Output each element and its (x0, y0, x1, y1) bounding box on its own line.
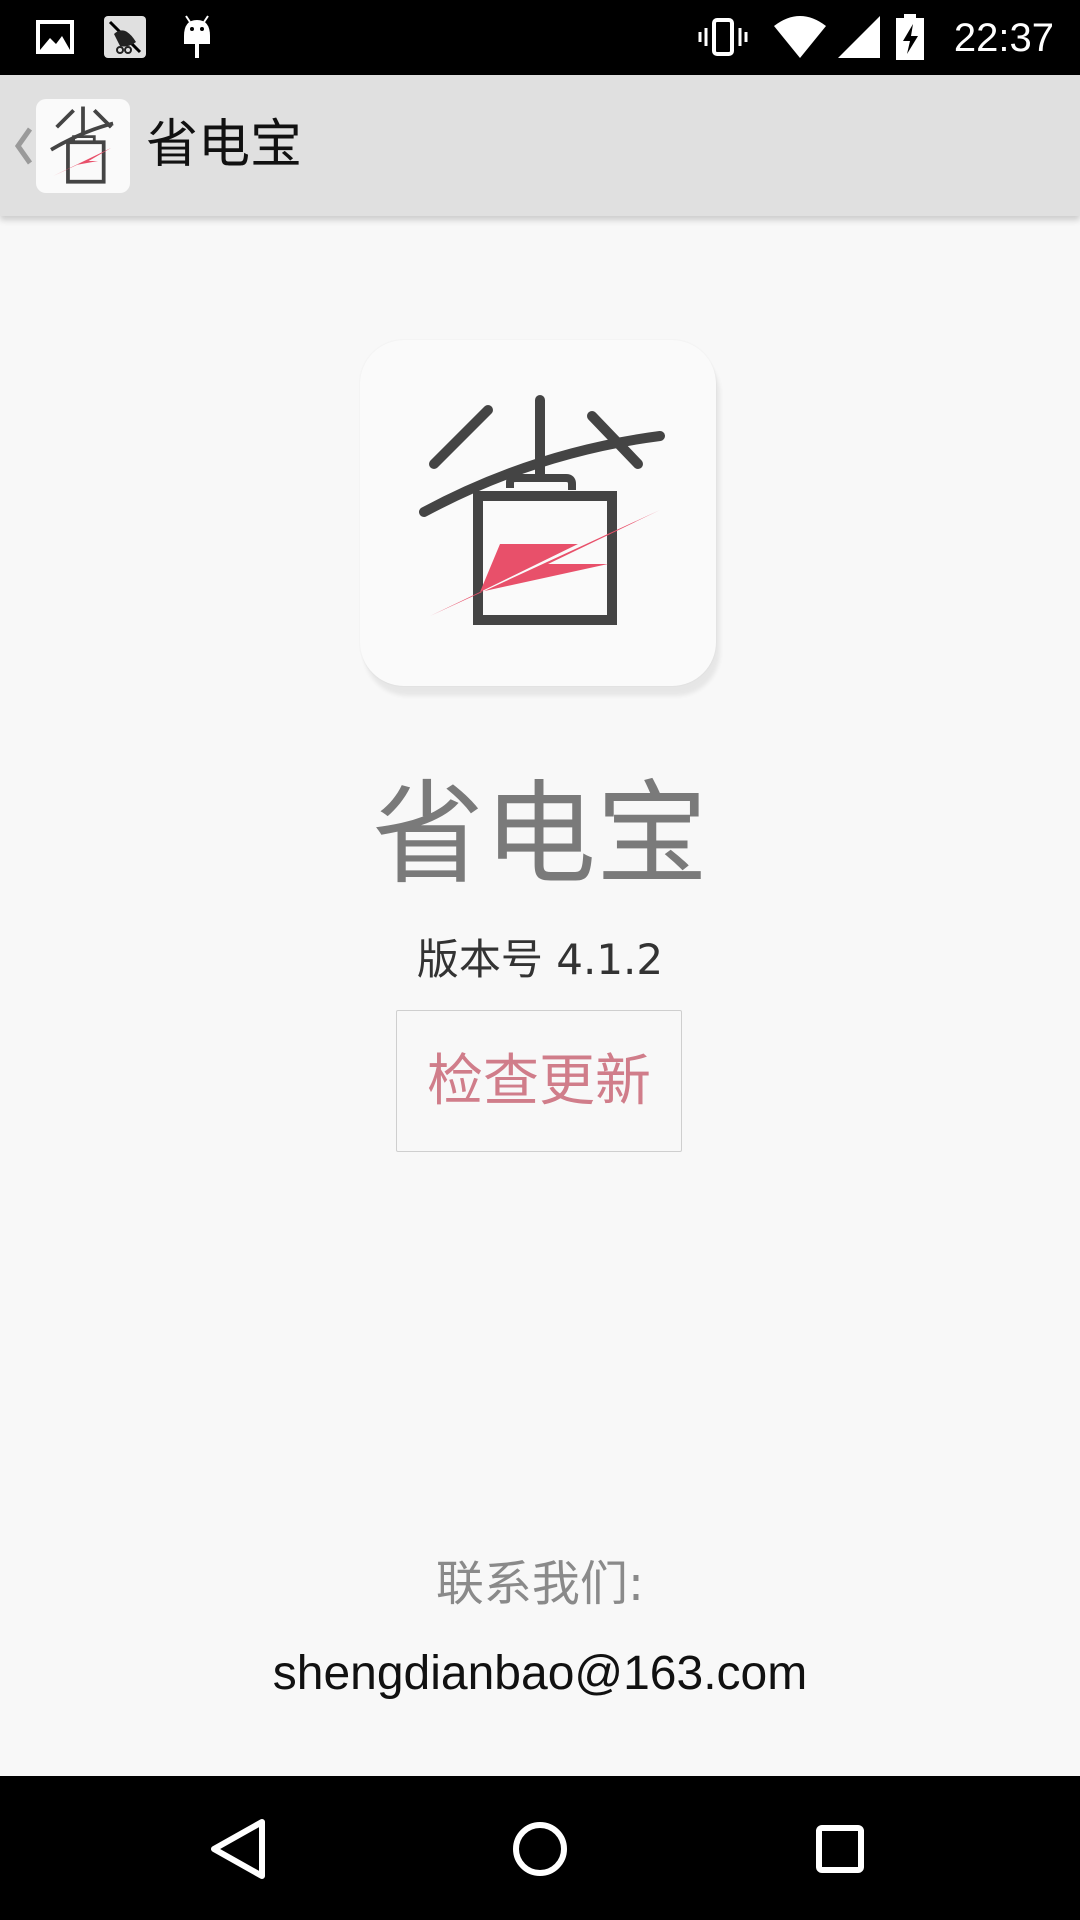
wifi-icon (774, 16, 826, 58)
back-triangle-icon[interactable] (196, 1804, 286, 1894)
contact-label: 联系我们: (435, 1556, 645, 1612)
app-name: 省电宝 (372, 770, 708, 900)
home-circle-icon[interactable] (495, 1804, 585, 1894)
app-logo-icon[interactable] (36, 99, 130, 193)
battery-charging-icon (896, 14, 924, 60)
version-label: 版本号 4.1.2 (416, 935, 664, 984)
about-screen: 22:37 省电宝 省电宝 版本号 4.1.2 检查更新 联系我们: sheng… (0, 0, 1080, 1920)
action-bar: 省电宝 (0, 75, 1080, 216)
android-debug-icon (184, 15, 210, 58)
status-time: 22:37 (953, 16, 1054, 60)
check-update-button[interactable]: 检查更新 (396, 1010, 682, 1152)
recents-square-icon[interactable] (795, 1804, 885, 1894)
navigation-bar (0, 1776, 1080, 1920)
contact-email[interactable]: shengdianbao@163.com (0, 1644, 1080, 1704)
gallery-icon (36, 20, 74, 54)
action-bar-title: 省电宝 (146, 115, 303, 175)
cell-signal-icon (838, 16, 880, 58)
status-bar: 22:37 (0, 0, 1080, 75)
chevron-left-icon[interactable] (10, 123, 36, 169)
app-logo-large-icon (360, 340, 716, 686)
vibrate-icon (698, 18, 748, 56)
hidden-app-icon (104, 16, 146, 58)
